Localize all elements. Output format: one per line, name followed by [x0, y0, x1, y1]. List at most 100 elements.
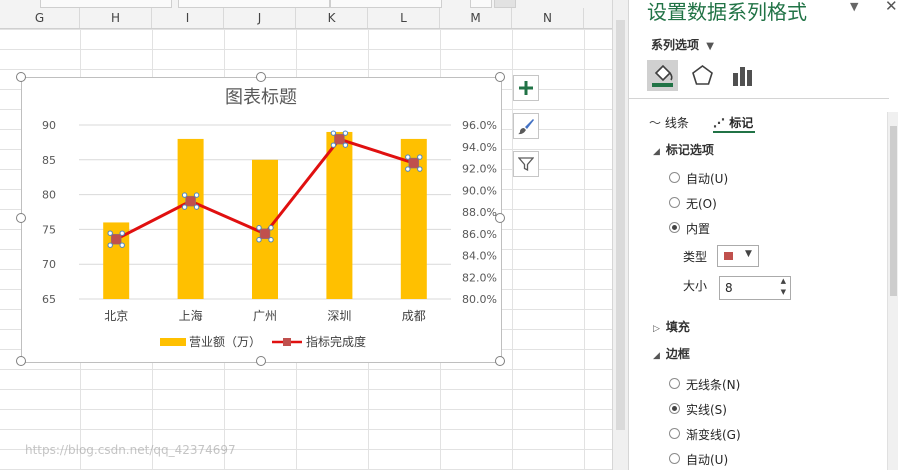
point-selection-handle[interactable] — [107, 242, 113, 248]
chart-filters-button[interactable] — [513, 151, 539, 177]
point-selection-handle[interactable] — [193, 204, 200, 210]
scrollbar-thumb[interactable] — [890, 126, 897, 296]
resize-handle-bottom-left[interactable] — [16, 356, 26, 366]
tab-marker[interactable]: ⋰ 标记 — [713, 114, 753, 131]
radio-marker-auto-label[interactable]: 自动(U) — [686, 170, 728, 187]
point-selection-handle[interactable] — [256, 225, 262, 231]
point-selection-handle[interactable] — [268, 225, 274, 231]
radio-border-no-line-label[interactable]: 无线条(N) — [686, 376, 740, 393]
point-selection-handle[interactable] — [417, 166, 423, 172]
chart-legend[interactable]: 营业额（万） 指标完成度 — [160, 334, 366, 349]
point-selection-handle[interactable] — [405, 166, 411, 172]
section-fill[interactable]: ▷ 填充 — [653, 318, 690, 335]
radio-marker-none[interactable] — [669, 197, 680, 208]
column-header-m[interactable]: M — [440, 8, 512, 28]
funnel-icon — [518, 157, 534, 172]
top-tab[interactable] — [330, 0, 442, 8]
point-selection-handle[interactable] — [119, 230, 125, 236]
radio-border-solid[interactable] — [669, 403, 680, 414]
point-selection-handle[interactable] — [119, 242, 125, 248]
radio-border-no-line[interactable] — [669, 378, 680, 389]
radio-border-gradient-label[interactable]: 渐变线(G) — [686, 426, 741, 443]
point-selection-handle[interactable] — [405, 154, 411, 160]
column-header-g[interactable]: G — [0, 8, 80, 28]
radio-border-auto[interactable] — [669, 453, 680, 464]
resize-handle-bottom-right[interactable] — [495, 356, 505, 366]
y-left-tick-label: 80 — [42, 189, 56, 202]
top-tab[interactable] — [494, 0, 516, 8]
series-options-dropdown[interactable]: 系列选项 ▼ — [651, 36, 714, 53]
y-right-tick-label: 80.0% — [462, 293, 497, 306]
series-options-category-tab[interactable] — [727, 60, 758, 91]
line-marker-4[interactable] — [408, 157, 420, 169]
top-tab[interactable] — [40, 0, 172, 8]
column-header-l[interactable]: L — [368, 8, 440, 28]
point-selection-handle[interactable] — [342, 130, 349, 136]
radio-marker-builtin-label[interactable]: 内置 — [686, 220, 710, 237]
chart-styles-button[interactable] — [513, 113, 539, 139]
radio-border-solid-label[interactable]: 实线(S) — [686, 401, 727, 418]
column-header-k[interactable]: K — [296, 8, 368, 28]
column-header-h[interactable]: H — [80, 8, 152, 28]
line-marker-0[interactable] — [110, 233, 122, 245]
chevron-down-icon: ▼ — [745, 249, 752, 259]
radio-marker-auto[interactable] — [669, 172, 680, 183]
line-marker-1[interactable] — [185, 195, 196, 207]
point-selection-handle[interactable] — [330, 130, 337, 136]
pane-options-dropdown[interactable]: ▼ — [850, 0, 858, 13]
radio-marker-builtin[interactable] — [669, 222, 680, 233]
tab-line[interactable]: 〜 线条 — [649, 114, 689, 131]
section-marker-options[interactable]: ◢ 标记选项 — [653, 141, 714, 158]
column-header-i[interactable]: I — [152, 8, 224, 28]
plot-area[interactable]: 65 70 75 80 85 90 80.0% 82.0% 84.0% 86.0% 88.0% 90.… — [42, 119, 497, 323]
y-left-tick-label: 85 — [42, 154, 56, 167]
point-selection-handle[interactable] — [342, 142, 349, 148]
bar-1[interactable] — [177, 138, 204, 299]
bar-3[interactable] — [326, 131, 353, 299]
top-tab[interactable] — [178, 0, 330, 8]
radio-border-gradient[interactable] — [669, 428, 680, 439]
scrollbar-thumb[interactable] — [616, 20, 625, 430]
point-selection-handle[interactable] — [256, 237, 262, 243]
spin-down-icon[interactable]: ▼ — [781, 288, 786, 296]
chart-object[interactable]: 图表标题 65 70 75 80 85 90 80.0% 82.0% 84.0% 86.0% 88.… — [21, 77, 502, 363]
combo-chart: 图表标题 65 70 75 80 85 90 80.0% 82.0% 84.0% 86.0% 88.… — [42, 87, 497, 349]
top-tab[interactable] — [470, 0, 492, 8]
point-selection-handle[interactable] — [107, 230, 113, 236]
y-right-tick-label: 92.0% — [462, 163, 497, 176]
resize-handle-right[interactable] — [495, 213, 505, 223]
marker-size-spinner[interactable]: 8 ▲ ▼ — [719, 276, 791, 300]
resize-handle-top-right[interactable] — [495, 72, 505, 82]
pane-close-button[interactable]: ✕ — [885, 0, 898, 15]
point-selection-handle[interactable] — [268, 237, 274, 243]
resize-handle-left[interactable] — [16, 213, 26, 223]
line-marker-2[interactable] — [259, 228, 271, 239]
line-marker-3[interactable] — [334, 133, 345, 145]
chart-title[interactable]: 图表标题 — [225, 87, 297, 108]
section-border[interactable]: ◢ 边框 — [653, 345, 690, 362]
fill-line-category-tab[interactable] — [647, 60, 678, 91]
sheet-vertical-scrollbar[interactable] — [612, 0, 628, 470]
pane-vertical-scrollbar[interactable] — [887, 112, 898, 470]
point-selection-handle[interactable] — [181, 192, 188, 198]
effects-category-tab[interactable] — [687, 60, 718, 91]
chart-elements-button[interactable] — [513, 75, 539, 101]
column-header-n[interactable]: N — [512, 8, 584, 28]
point-selection-handle[interactable] — [417, 154, 423, 160]
tab-line-label: 线条 — [664, 116, 689, 130]
collapse-triangle-icon: ◢ — [653, 147, 660, 157]
point-selection-handle[interactable] — [193, 192, 200, 198]
y-right-tick-label: 84.0% — [462, 250, 497, 263]
resize-handle-bottom[interactable] — [256, 356, 266, 366]
y-right-tick-label: 96.0% — [462, 119, 497, 132]
radio-marker-none-label[interactable]: 无(O) — [686, 195, 717, 212]
point-selection-handle[interactable] — [330, 142, 337, 148]
column-header-j[interactable]: J — [224, 8, 296, 28]
marker-type-dropdown[interactable]: ▼ — [717, 245, 759, 267]
radio-border-auto-label[interactable]: 自动(U) — [686, 451, 728, 468]
resize-handle-top-left[interactable] — [16, 72, 26, 82]
marker-size-value[interactable]: 8 — [725, 281, 733, 295]
point-selection-handle[interactable] — [181, 204, 188, 210]
spin-up-icon[interactable]: ▲ — [781, 277, 786, 285]
resize-handle-top[interactable] — [256, 72, 266, 82]
